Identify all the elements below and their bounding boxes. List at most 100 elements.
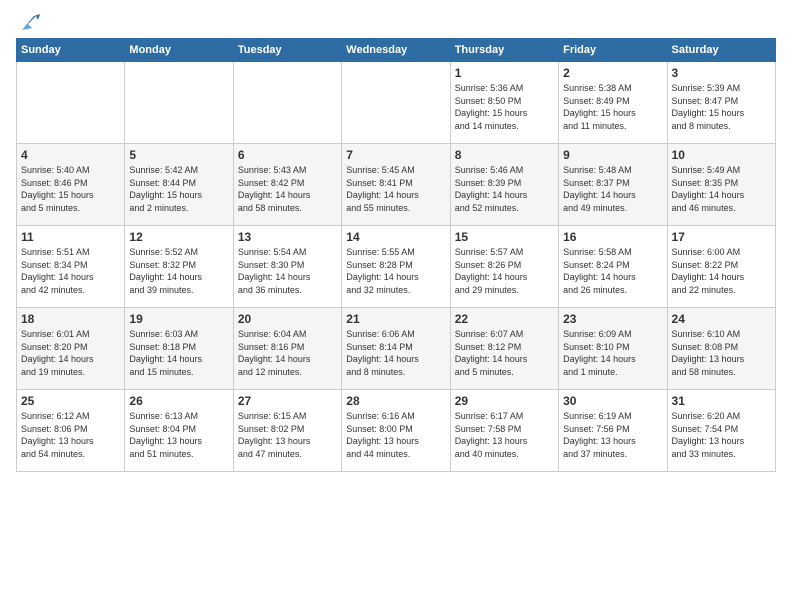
day-number: 16 [563,230,662,244]
day-number: 25 [21,394,120,408]
day-number: 3 [672,66,771,80]
calendar-cell: 17 Sunrise: 6:00 AM Sunset: 8:22 PM Dayli… [667,226,775,308]
day-info: Sunrise: 5:36 AM Sunset: 8:50 PM Dayligh… [455,82,554,132]
day-info: Sunrise: 6:19 AM Sunset: 7:56 PM Dayligh… [563,410,662,460]
day-info: Sunrise: 5:39 AM Sunset: 8:47 PM Dayligh… [672,82,771,132]
calendar-cell: 20Sunrise: 6:04 AM Sunset: 8:16 PM Dayli… [233,308,341,390]
week-row-2: 11 Sunrise: 5:51 AM Sunset: 8:34 PM Dayli… [17,226,776,308]
calendar-cell [125,62,233,144]
calendar-cell: 24Sunrise: 6:10 AM Sunset: 8:08 PM Dayli… [667,308,775,390]
day-header-wednesday: Wednesday [342,39,450,62]
day-number: 20 [238,312,337,326]
calendar-cell: 9 Sunrise: 5:48 AM Sunset: 8:37 PM Daylig… [559,144,667,226]
calendar-cell [342,62,450,144]
day-info: Sunrise: 6:06 AM Sunset: 8:14 PM Dayligh… [346,328,445,378]
day-number: 9 [563,148,662,162]
day-number: 5 [129,148,228,162]
day-info: Sunrise: 6:15 AM Sunset: 8:02 PM Dayligh… [238,410,337,460]
day-number: 12 [129,230,228,244]
calendar-cell: 22 Sunrise: 6:07 AM Sunset: 8:12 PM Dayli… [450,308,558,390]
day-number: 30 [563,394,662,408]
day-info: Sunrise: 6:10 AM Sunset: 8:08 PM Dayligh… [672,328,771,378]
calendar-cell: 2Sunrise: 5:38 AM Sunset: 8:49 PM Daylig… [559,62,667,144]
header [16,16,776,28]
calendar-body: 1 Sunrise: 5:36 AM Sunset: 8:50 PM Daylig… [17,62,776,472]
day-number: 18 [21,312,120,326]
day-info: Sunrise: 6:00 AM Sunset: 8:22 PM Dayligh… [672,246,771,296]
day-info: Sunrise: 5:42 AM Sunset: 8:44 PM Dayligh… [129,164,228,214]
calendar-cell: 19 Sunrise: 6:03 AM Sunset: 8:18 PM Dayli… [125,308,233,390]
day-header-sunday: Sunday [17,39,125,62]
day-header-friday: Friday [559,39,667,62]
day-number: 17 [672,230,771,244]
day-number: 29 [455,394,554,408]
calendar-table: SundayMondayTuesdayWednesdayThursdayFrid… [16,38,776,472]
day-info: Sunrise: 5:57 AM Sunset: 8:26 PM Dayligh… [455,246,554,296]
day-number: 26 [129,394,228,408]
week-row-1: 4Sunrise: 5:40 AM Sunset: 8:46 PM Daylig… [17,144,776,226]
calendar-cell: 23 Sunrise: 6:09 AM Sunset: 8:10 PM Dayli… [559,308,667,390]
day-info: Sunrise: 5:40 AM Sunset: 8:46 PM Dayligh… [21,164,120,214]
calendar-cell [233,62,341,144]
day-number: 2 [563,66,662,80]
day-number: 27 [238,394,337,408]
day-number: 1 [455,66,554,80]
week-row-4: 25Sunrise: 6:12 AM Sunset: 8:06 PM Dayli… [17,390,776,472]
calendar-cell: 5 Sunrise: 5:42 AM Sunset: 8:44 PM Daylig… [125,144,233,226]
calendar-cell: 31 Sunrise: 6:20 AM Sunset: 7:54 PM Dayli… [667,390,775,472]
day-info: Sunrise: 5:45 AM Sunset: 8:41 PM Dayligh… [346,164,445,214]
day-header-tuesday: Tuesday [233,39,341,62]
calendar-cell: 16 Sunrise: 5:58 AM Sunset: 8:24 PM Dayli… [559,226,667,308]
day-info: Sunrise: 5:51 AM Sunset: 8:34 PM Dayligh… [21,246,120,296]
day-number: 31 [672,394,771,408]
day-number: 22 [455,312,554,326]
day-header-thursday: Thursday [450,39,558,62]
week-row-0: 1 Sunrise: 5:36 AM Sunset: 8:50 PM Daylig… [17,62,776,144]
logo-icon [18,12,40,34]
day-number: 11 [21,230,120,244]
calendar-cell: 21 Sunrise: 6:06 AM Sunset: 8:14 PM Dayli… [342,308,450,390]
calendar-cell: 30 Sunrise: 6:19 AM Sunset: 7:56 PM Dayli… [559,390,667,472]
day-info: Sunrise: 5:54 AM Sunset: 8:30 PM Dayligh… [238,246,337,296]
day-info: Sunrise: 5:55 AM Sunset: 8:28 PM Dayligh… [346,246,445,296]
calendar-cell: 27 Sunrise: 6:15 AM Sunset: 8:02 PM Dayli… [233,390,341,472]
day-number: 8 [455,148,554,162]
day-number: 6 [238,148,337,162]
week-row-3: 18Sunrise: 6:01 AM Sunset: 8:20 PM Dayli… [17,308,776,390]
day-info: Sunrise: 6:16 AM Sunset: 8:00 PM Dayligh… [346,410,445,460]
calendar-header-row: SundayMondayTuesdayWednesdayThursdayFrid… [17,39,776,62]
day-info: Sunrise: 5:58 AM Sunset: 8:24 PM Dayligh… [563,246,662,296]
calendar-cell: 4Sunrise: 5:40 AM Sunset: 8:46 PM Daylig… [17,144,125,226]
calendar-cell: 3 Sunrise: 5:39 AM Sunset: 8:47 PM Daylig… [667,62,775,144]
calendar-cell: 1 Sunrise: 5:36 AM Sunset: 8:50 PM Daylig… [450,62,558,144]
calendar-cell: 12 Sunrise: 5:52 AM Sunset: 8:32 PM Dayli… [125,226,233,308]
calendar-cell: 28Sunrise: 6:16 AM Sunset: 8:00 PM Dayli… [342,390,450,472]
day-info: Sunrise: 5:46 AM Sunset: 8:39 PM Dayligh… [455,164,554,214]
day-header-monday: Monday [125,39,233,62]
day-number: 7 [346,148,445,162]
day-info: Sunrise: 6:07 AM Sunset: 8:12 PM Dayligh… [455,328,554,378]
logo [16,16,40,28]
day-number: 19 [129,312,228,326]
day-number: 14 [346,230,445,244]
page-container: SundayMondayTuesdayWednesdayThursdayFrid… [0,0,792,482]
day-number: 21 [346,312,445,326]
day-info: Sunrise: 6:03 AM Sunset: 8:18 PM Dayligh… [129,328,228,378]
day-info: Sunrise: 6:09 AM Sunset: 8:10 PM Dayligh… [563,328,662,378]
calendar-cell: 11 Sunrise: 5:51 AM Sunset: 8:34 PM Dayli… [17,226,125,308]
day-info: Sunrise: 6:20 AM Sunset: 7:54 PM Dayligh… [672,410,771,460]
day-number: 10 [672,148,771,162]
day-info: Sunrise: 5:49 AM Sunset: 8:35 PM Dayligh… [672,164,771,214]
day-info: Sunrise: 5:48 AM Sunset: 8:37 PM Dayligh… [563,164,662,214]
day-number: 13 [238,230,337,244]
calendar-cell [17,62,125,144]
day-info: Sunrise: 5:52 AM Sunset: 8:32 PM Dayligh… [129,246,228,296]
calendar-cell: 13 Sunrise: 5:54 AM Sunset: 8:30 PM Dayli… [233,226,341,308]
calendar-cell: 6Sunrise: 5:43 AM Sunset: 8:42 PM Daylig… [233,144,341,226]
day-number: 23 [563,312,662,326]
day-number: 15 [455,230,554,244]
day-info: Sunrise: 6:17 AM Sunset: 7:58 PM Dayligh… [455,410,554,460]
calendar-cell: 29 Sunrise: 6:17 AM Sunset: 7:58 PM Dayli… [450,390,558,472]
day-info: Sunrise: 6:13 AM Sunset: 8:04 PM Dayligh… [129,410,228,460]
calendar-cell: 10 Sunrise: 5:49 AM Sunset: 8:35 PM Dayli… [667,144,775,226]
